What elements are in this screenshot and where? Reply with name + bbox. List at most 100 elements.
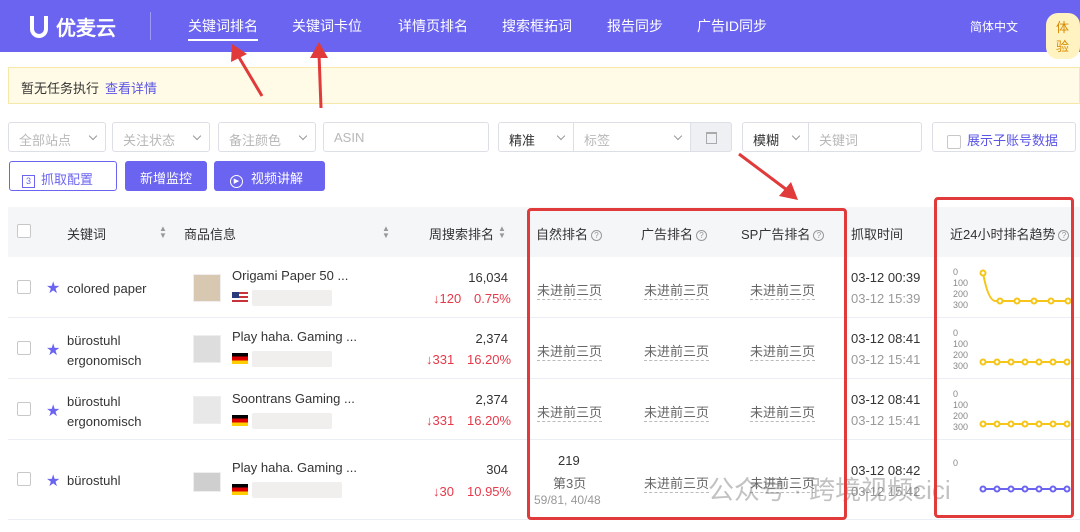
rank-change: ↓30 [433, 484, 454, 499]
product-thumbnail[interactable] [193, 274, 221, 302]
tab-report-sync[interactable]: 报告同步 [607, 16, 663, 36]
rank-change-pct: 16.20% [467, 352, 512, 367]
star-icon[interactable]: ★ [46, 471, 60, 491]
tag-select[interactable]: 标签 [573, 122, 691, 152]
asin-redacted [252, 482, 342, 498]
logo[interactable]: 优麦云 [30, 12, 116, 41]
site-select[interactable]: 全部站点 [8, 122, 106, 152]
video-tutorial-label: 视频讲解 [251, 171, 304, 186]
logo-text: 优麦云 [56, 18, 116, 40]
task-notice: 暂无任务执行 查看详情 [8, 67, 1080, 104]
sort-icon[interactable]: ▲ ▼ [382, 225, 390, 240]
col-fetch-time: 抓取时间 [851, 227, 904, 242]
subaccount-toggle[interactable]: 展示子账号数据 [932, 122, 1076, 152]
tag-match-select[interactable]: 精准 [498, 122, 574, 152]
sort-icon[interactable]: ▲ ▼ [498, 225, 506, 240]
weekly-rank: 2,374 [475, 331, 508, 346]
keyword-input[interactable]: 关键词 [808, 122, 922, 152]
row-checkbox[interactable] [17, 280, 31, 294]
asin-input[interactable]: ASIN [323, 122, 489, 152]
fetch-count-icon: 3 [22, 175, 35, 188]
follow-status-select[interactable]: 关注状态 [112, 122, 210, 152]
chevron-down-icon [556, 131, 566, 141]
annotation-arrow [738, 152, 798, 200]
tab-keyword-slot[interactable]: 关键词卡位 [292, 16, 362, 36]
fetch-time-prev: 03-12 15:39 [851, 291, 921, 306]
note-color-label: 备注颜色 [229, 133, 282, 148]
de-flag-icon [232, 353, 248, 364]
tab-keyword-ranking[interactable]: 关键词排名 [188, 16, 258, 41]
top-nav-bar: 优麦云 关键词排名 关键词卡位 详情页排名 搜索框拓词 报告同步 广告ID同步 … [0, 0, 1080, 59]
weekly-rank: 304 [486, 462, 508, 477]
notice-text: 暂无任务执行 [21, 81, 100, 96]
note-color-select[interactable]: 备注颜色 [218, 122, 316, 152]
fetch-time-prev: 03-12 15:41 [851, 352, 921, 367]
product-title[interactable]: Play haha. Gaming ... [232, 329, 357, 344]
chevron-down-icon [298, 131, 308, 141]
col-keyword: 关键词 [67, 227, 107, 242]
star-icon[interactable]: ★ [46, 278, 60, 298]
subaccount-label: 展示子账号数据 [967, 133, 1059, 148]
select-all-checkbox[interactable] [17, 224, 31, 238]
rank-change-pct: 0.75% [474, 291, 511, 306]
view-details-link[interactable]: 查看详情 [105, 81, 157, 96]
asin-redacted [252, 413, 332, 429]
tag-label: 标签 [584, 133, 611, 148]
fetch-config-button[interactable]: 3 抓取配置 [9, 161, 117, 191]
row-keyword[interactable]: colored paper [67, 281, 147, 296]
row-checkbox[interactable] [17, 341, 31, 355]
play-icon: ▶ [230, 175, 243, 188]
trash-icon [706, 132, 717, 144]
fetch-config-label: 抓取配置 [41, 172, 94, 187]
rank-change-pct: 16.20% [467, 413, 512, 428]
weekly-rank: 2,374 [475, 392, 508, 407]
row-keyword[interactable]: bürostuhl ergonomisch [67, 392, 167, 432]
highlight-trend-column [934, 197, 1074, 518]
row-keyword[interactable]: bürostuhl ergonomisch [67, 331, 167, 371]
tab-detail-page-ranking[interactable]: 详情页排名 [398, 16, 468, 36]
rank-change: ↓120 [433, 291, 462, 306]
chevron-down-icon [673, 131, 683, 141]
asin-placeholder: ASIN [334, 130, 365, 145]
asin-redacted [252, 351, 332, 367]
product-title[interactable]: Origami Paper 50 ... [232, 268, 348, 283]
chevron-down-icon [791, 131, 801, 141]
chevron-down-icon [88, 131, 98, 141]
product-thumbnail[interactable] [193, 472, 221, 492]
product-thumbnail[interactable] [193, 335, 221, 363]
keyword-match-select[interactable]: 模糊 [742, 122, 809, 152]
col-product: 商品信息 [184, 227, 237, 242]
tab-ad-id-sync[interactable]: 广告ID同步 [697, 16, 767, 36]
trial-badge[interactable]: 体验 [1046, 13, 1080, 59]
fetch-time-prev: 03-12 15:41 [851, 413, 921, 428]
product-title[interactable]: Soontrans Gaming ... [232, 391, 355, 406]
product-title[interactable]: Play haha. Gaming ... [232, 460, 357, 475]
subaccount-checkbox[interactable] [947, 134, 961, 149]
row-checkbox[interactable] [17, 472, 31, 486]
row-keyword[interactable]: bürostuhl [67, 473, 120, 488]
clear-tag-button[interactable] [690, 122, 732, 152]
annotation-arrow [231, 44, 264, 97]
keyword-match-label: 模糊 [753, 133, 780, 148]
fetch-time: 03-12 08:41 [851, 331, 921, 346]
de-flag-icon [232, 415, 248, 426]
video-tutorial-button[interactable]: ▶ 视频讲解 [214, 161, 325, 191]
language-selector[interactable]: 简体中文 [970, 18, 1018, 35]
rank-change: ↓331 [426, 352, 455, 367]
row-checkbox[interactable] [17, 402, 31, 416]
product-thumbnail[interactable] [193, 396, 221, 424]
tab-search-box-expansion[interactable]: 搜索框拓词 [502, 16, 572, 36]
annotation-arrow [310, 42, 328, 109]
add-monitor-button[interactable]: 新增监控 [125, 161, 207, 191]
star-icon[interactable]: ★ [46, 340, 60, 360]
rank-change-pct: 10.95% [467, 484, 512, 499]
rank-change: ↓331 [426, 413, 455, 428]
sort-icon[interactable]: ▲ ▼ [159, 225, 167, 240]
star-icon[interactable]: ★ [46, 401, 60, 421]
site-select-label: 全部站点 [19, 133, 72, 148]
logo-icon [30, 15, 48, 38]
de-flag-icon [232, 484, 248, 495]
asin-redacted [252, 290, 332, 306]
us-flag-icon [232, 292, 248, 303]
highlight-rank-columns [527, 208, 847, 520]
